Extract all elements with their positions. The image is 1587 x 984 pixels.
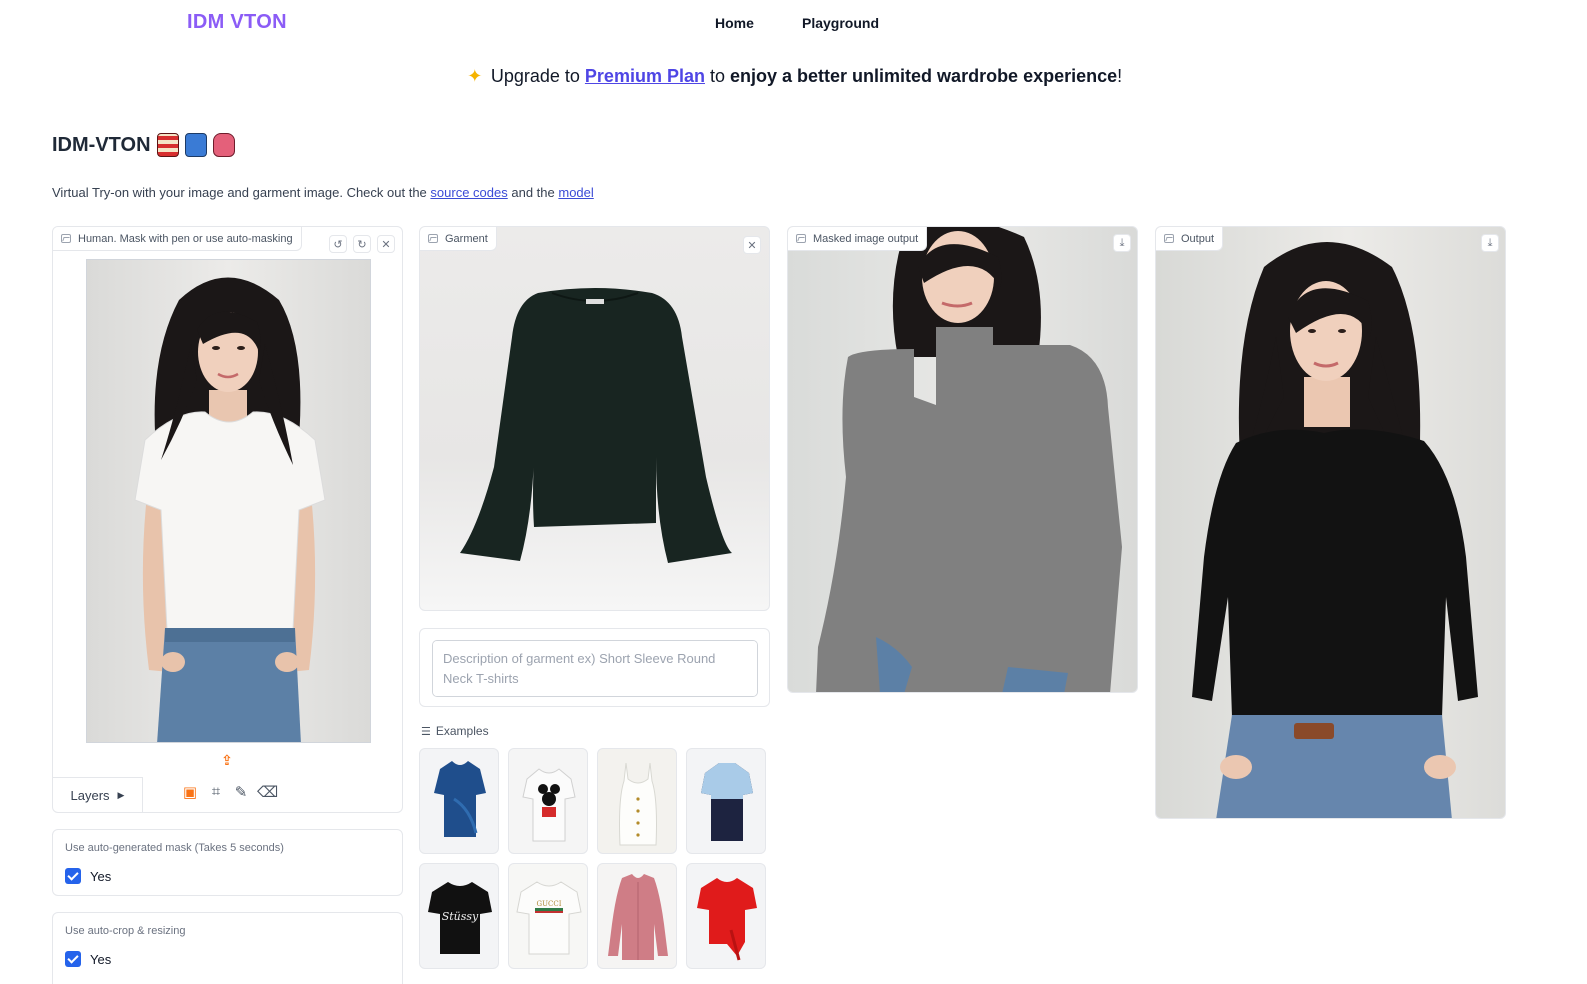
eraser-icon[interactable]: ⌫ [257,783,278,803]
list-icon: ☰ [421,725,431,738]
auto-crop-checkbox-row[interactable]: Yes [65,951,111,967]
top-nav: IDM VTON Home Playground [0,0,1587,46]
premium-plan-link[interactable]: Premium Plan [585,66,705,86]
example-shirt-icon [608,874,668,960]
output-image [1192,242,1478,818]
nav-link-home[interactable]: Home [715,15,754,31]
nav-link-playground[interactable]: Playground [802,15,879,31]
garment-panel-label-text: Garment [445,232,488,245]
svg-text:Stüssy: Stüssy [442,910,479,923]
image-icon [1164,234,1174,243]
example-navy-lightblue-polo[interactable] [686,748,766,854]
example-blue-velvet-wrap-top[interactable] [419,748,499,854]
example-pink-long-sleeve-shirt[interactable] [597,863,677,969]
caret-right-icon: ▶ [117,790,125,800]
garment-description-box [419,628,770,707]
redo-button[interactable]: ↻ [353,235,371,253]
clear-button[interactable]: ✕ [377,235,395,253]
pink-shirt-icon [212,133,235,157]
masked-panel-label-text: Masked image output [813,232,919,245]
banner-suffix: ! [1117,66,1123,86]
sparkle-icon: ✦ [467,66,483,86]
masked-panel-label: Masked image output [788,227,928,251]
auto-mask-title: Use auto-generated mask (Takes 5 seconds… [65,842,284,854]
layers-label: Layers [70,788,110,803]
example-shirt-icon: GUCCI [516,881,582,955]
model-link[interactable]: model [558,185,593,200]
example-shirt-icon [619,762,657,846]
example-shirt-icon [434,761,486,837]
crop-icon[interactable]: ⌗ [206,783,226,803]
example-minnie-white-tee[interactable] [508,748,588,854]
output-panel: Output ⤓ [1155,226,1506,819]
example-shirt-icon [701,763,753,841]
output-panel-label: Output [1156,227,1224,251]
masked-image [816,227,1122,692]
source-codes-link[interactable]: source codes [430,185,507,200]
page-title: IDM-VTON [52,133,235,157]
auto-crop-checkbox-label: Yes [90,951,112,967]
example-red-tie-tee[interactable] [686,863,766,969]
auto-mask-checkbox-label: Yes [90,868,112,884]
image-icon [61,234,71,243]
auto-crop-title: Use auto-crop & resizing [65,925,186,937]
download-icon[interactable]: ⤓ [1113,234,1131,252]
striped-shirt-icon [156,133,179,157]
auto-mask-option: Use auto-generated mask (Takes 5 seconds… [52,829,403,896]
image-icon [428,234,438,243]
layers-button[interactable]: Layers ▶ [53,777,143,812]
download-icon[interactable]: ⤓ [1481,234,1499,252]
banner-prefix: Upgrade to [490,66,580,86]
human-panel-label: Human. Mask with pen or use auto-masking [53,227,302,251]
garment-panel-label: Garment [420,227,497,251]
auto-crop-checkbox[interactable] [65,951,81,967]
garment-image-panel[interactable]: Garment ✕ [419,226,770,611]
auto-mask-checkbox-row[interactable]: Yes [65,868,111,884]
upload-icon[interactable]: ⇪ [219,752,235,768]
banner-middle: to [709,66,725,86]
examples-label: ☰ Examples [421,724,489,738]
human-image-editor[interactable]: Human. Mask with pen or use auto-masking… [52,226,403,813]
garment-description-input[interactable] [432,640,758,697]
example-shirt-icon: Stüssy [428,882,492,954]
example-shirt-icon [522,768,576,842]
svg-text:GUCCI: GUCCI [537,900,562,908]
brand-logo[interactable]: IDM VTON [187,11,287,34]
subtitle-mid-text: and the [511,185,555,200]
blue-shirt-icon [184,133,207,157]
example-white-gucci-tee[interactable]: GUCCI [508,863,588,969]
human-panel-label-text: Human. Mask with pen or use auto-masking [78,232,293,245]
image-icon [796,234,806,243]
examples-label-text: Examples [435,724,489,738]
clear-garment-button[interactable]: ✕ [743,236,761,254]
image-tool-icon[interactable]: ▣ [180,783,200,803]
output-panel-label-text: Output [1181,232,1215,245]
example-shirt-icon [697,878,757,961]
brush-icon[interactable]: ✎ [231,783,251,803]
undo-button[interactable]: ↺ [329,235,347,253]
human-photo[interactable] [86,259,371,743]
example-white-cami-top[interactable] [597,748,677,854]
masked-image-output-panel: Masked image output ⤓ [787,226,1138,693]
subtitle-text: Virtual Try-on with your image and garme… [52,185,427,200]
page-subtitle: Virtual Try-on with your image and garme… [52,185,594,200]
auto-crop-option: Use auto-crop & resizing Yes [52,912,403,984]
garment-photo [460,288,732,563]
page-title-text: IDM-VTON [52,133,151,156]
upgrade-banner: ✦ Upgrade to Premium Plan to enjoy a bett… [0,66,1587,87]
human-photo-illustration [134,277,326,742]
banner-bold-text: enjoy a better unlimited wardrobe experi… [730,66,1118,86]
example-black-stussy-tee[interactable]: Stüssy [419,863,499,969]
auto-mask-checkbox[interactable] [65,868,81,884]
